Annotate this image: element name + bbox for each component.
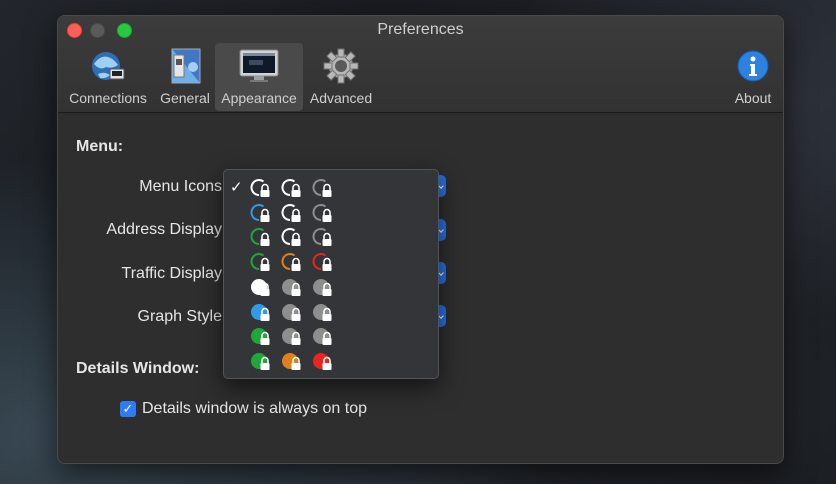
tab-about-label: About — [734, 90, 772, 106]
solid-lock-icon — [311, 350, 335, 372]
menu-icon-option[interactable]: ✓ — [224, 175, 438, 200]
menu-icon-option[interactable] — [224, 348, 438, 373]
ring-lock-icon — [249, 251, 273, 273]
ring-lock-icon — [311, 251, 335, 273]
titlebar: Preferences Connections General Appearan… — [58, 16, 783, 113]
menu-icon-option[interactable] — [224, 200, 438, 225]
general-switch-icon — [165, 47, 205, 85]
tab-connections[interactable]: Connections — [66, 43, 150, 111]
traffic-display-label: Traffic Display — [121, 265, 222, 282]
ring-lock-icon — [249, 226, 273, 248]
tab-general-label: General — [160, 90, 210, 106]
ring-lock-icon — [311, 202, 335, 224]
details-window-section-title: Details Window: — [76, 360, 200, 377]
solid-lock-icon — [280, 325, 304, 347]
tab-appearance[interactable]: Appearance — [215, 43, 303, 111]
ring-lock-icon — [311, 177, 335, 199]
tab-advanced[interactable]: Advanced — [306, 43, 376, 111]
monitor-icon — [239, 47, 279, 85]
ring-lock-icon — [249, 177, 273, 199]
solid-lock-icon — [249, 350, 273, 372]
ring-lock-icon — [280, 202, 304, 224]
solid-lock-icon — [249, 325, 273, 347]
gear-icon — [321, 47, 361, 85]
globe-connections-icon — [88, 47, 128, 85]
solid-lock-icon — [311, 325, 335, 347]
window-title: Preferences — [377, 21, 464, 38]
ring-lock-icon — [280, 251, 304, 273]
solid-lock-icon — [280, 301, 304, 323]
menu-icons-label: Menu Icons — [139, 178, 222, 195]
tab-appearance-label: Appearance — [221, 90, 297, 106]
ring-lock-icon — [249, 202, 273, 224]
tab-advanced-label: Advanced — [309, 90, 373, 106]
menu-icon-option[interactable] — [224, 274, 438, 299]
solid-lock-icon — [311, 276, 335, 298]
tab-connections-label: Connections — [69, 90, 147, 106]
ring-lock-icon — [280, 177, 304, 199]
ring-lock-icon — [280, 226, 304, 248]
menu-icons-dropdown[interactable]: ✓ — [223, 169, 439, 379]
solid-lock-icon — [280, 350, 304, 372]
selected-checkmark-icon: ✓ — [230, 179, 243, 196]
menu-icon-option[interactable] — [224, 249, 438, 274]
solid-lock-icon — [280, 276, 304, 298]
tab-general[interactable]: General — [157, 43, 213, 111]
solid-lock-icon — [249, 276, 273, 298]
ring-lock-icon — [311, 226, 335, 248]
info-icon — [733, 47, 773, 85]
tab-about[interactable]: About — [728, 43, 778, 111]
address-display-label: Address Display — [106, 221, 222, 238]
menu-icon-option[interactable] — [224, 323, 438, 348]
graph-style-label: Graph Style — [137, 308, 222, 325]
always-on-top-label: Details window is always on top — [142, 400, 367, 417]
solid-lock-icon — [249, 301, 273, 323]
menu-icon-option[interactable] — [224, 224, 438, 249]
menu-section-title: Menu: — [76, 138, 124, 155]
always-on-top-checkbox[interactable]: ✓ — [120, 401, 136, 417]
menu-icon-option[interactable] — [224, 299, 438, 324]
solid-lock-icon — [311, 301, 335, 323]
